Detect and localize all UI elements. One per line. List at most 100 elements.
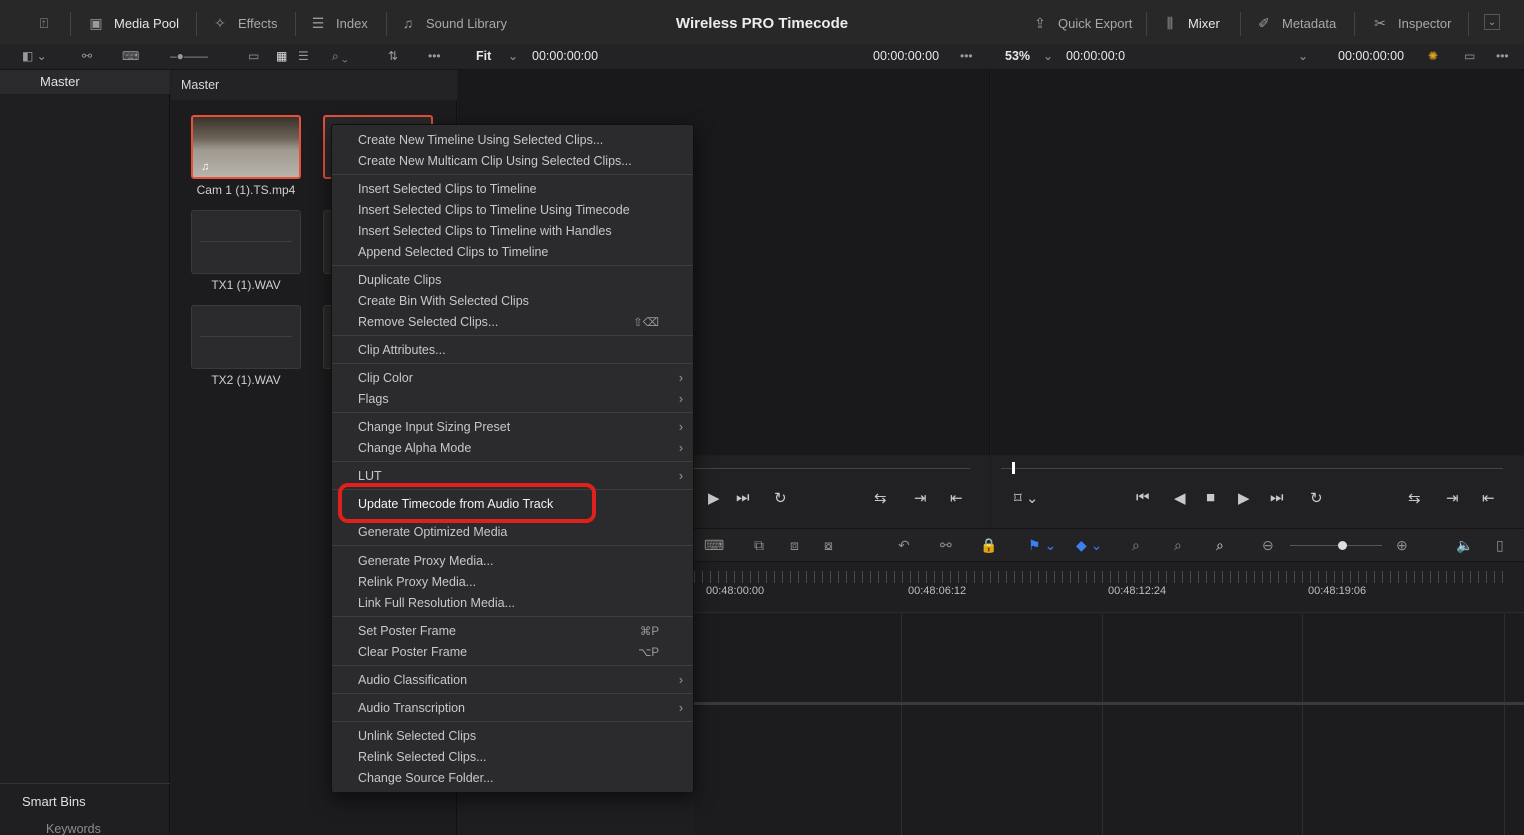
- zoom-slider-handle[interactable]: [1338, 541, 1347, 550]
- overwrite-clip-icon[interactable]: ⧈: [790, 537, 799, 554]
- step-back-icon[interactable]: ◀: [1174, 489, 1186, 507]
- search-icon[interactable]: ⌕ ⌄: [332, 49, 348, 64]
- play-icon[interactable]: ▶: [708, 489, 720, 507]
- mark-out-icon[interactable]: ⇤: [1482, 489, 1495, 507]
- menu-item-unlink-clips[interactable]: Unlink Selected Clips: [332, 726, 693, 747]
- loop-icon[interactable]: ↻: [774, 489, 787, 507]
- sound-library-button[interactable]: ♫ Sound Library: [398, 14, 507, 32]
- match-frame-icon[interactable]: ⇆: [1408, 489, 1421, 507]
- menu-item-clip-attributes[interactable]: Clip Attributes...: [332, 340, 693, 361]
- menu-item-generate-optimized[interactable]: Generate Optimized Media: [332, 522, 693, 543]
- bin-master[interactable]: Master: [0, 70, 170, 94]
- zoom-detail-icon[interactable]: ⌕: [1174, 537, 1182, 554]
- more-options-icon[interactable]: •••: [428, 49, 441, 63]
- chevron-right-icon: ›: [678, 673, 683, 687]
- fit-dropdown[interactable]: Fit: [476, 49, 491, 63]
- insert-clip-icon[interactable]: ⧉: [754, 537, 764, 554]
- menu-item-audio-classification[interactable]: Audio Classification ›: [332, 670, 693, 691]
- unlink-icon[interactable]: ⚯: [82, 49, 92, 63]
- zoom-slider[interactable]: [1290, 545, 1382, 546]
- chevron-down-icon[interactable]: ⌄: [1043, 49, 1053, 63]
- menu-item-duplicate-clips[interactable]: Duplicate Clips: [332, 270, 693, 291]
- menu-item-change-source-folder[interactable]: Change Source Folder...: [332, 768, 693, 789]
- snapping-icon[interactable]: ↶: [898, 537, 910, 554]
- mark-in-icon[interactable]: ⇥: [914, 489, 927, 507]
- viewer-mode-icon[interactable]: ▭: [1464, 49, 1475, 63]
- effects-button[interactable]: ✧ Effects: [210, 14, 277, 32]
- menu-item-clip-color[interactable]: Clip Color ›: [332, 368, 693, 389]
- thumbnail-size-slider[interactable]: –●——: [170, 49, 208, 63]
- inspector-icon: ✂: [1374, 14, 1386, 31]
- metadata-button[interactable]: ✐ Metadata: [1254, 14, 1336, 32]
- menu-item-remove-clips[interactable]: Remove Selected Clips... ⇧⌫: [332, 312, 693, 333]
- zoom-out-icon[interactable]: ⊖: [1262, 537, 1274, 554]
- menu-item-insert-clips-handles[interactable]: Insert Selected Clips to Timeline with H…: [332, 221, 693, 242]
- expand-menu-icon[interactable]: ⌄: [1484, 14, 1500, 30]
- menu-item-create-timeline[interactable]: Create New Timeline Using Selected Clips…: [332, 130, 693, 151]
- menu-item-create-bin[interactable]: Create Bin With Selected Clips: [332, 291, 693, 312]
- menu-item-append-clips[interactable]: Append Selected Clips to Timeline: [332, 242, 693, 263]
- menu-item-input-sizing[interactable]: Change Input Sizing Preset ›: [332, 417, 693, 438]
- menu-item-alpha-mode[interactable]: Change Alpha Mode ›: [332, 438, 693, 459]
- zoom-in-icon[interactable]: ⊕: [1396, 537, 1408, 554]
- mark-in-icon[interactable]: ⇥: [1446, 489, 1459, 507]
- rewind-icon[interactable]: ⏮: [1136, 489, 1150, 506]
- list-view-icon[interactable]: ☰: [298, 49, 309, 63]
- index-button[interactable]: ☰ Index: [308, 14, 368, 32]
- menu-item-link-full-res[interactable]: Link Full Resolution Media...: [332, 593, 693, 614]
- timeline-tracks[interactable]: [694, 614, 1524, 835]
- replace-clip-icon[interactable]: ⧇: [824, 537, 833, 554]
- chevron-down-icon[interactable]: ⌄: [1298, 49, 1308, 63]
- secondary-toolbar: ◧ ⌄ ⚯ ⌨ –●—— ▭ ▦ ☰ ⌕ ⌄ ⇅ ••• Fit ⌄ 00:00…: [0, 44, 1524, 70]
- mark-out-icon[interactable]: ⇤: [950, 489, 963, 507]
- playhead-icon[interactable]: [1012, 462, 1015, 474]
- link-icon[interactable]: ⚯: [940, 537, 952, 554]
- marker-icon[interactable]: ◆ ⌄: [1076, 537, 1102, 554]
- flag-icon[interactable]: ⚑ ⌄: [1028, 537, 1056, 554]
- color-icon[interactable]: ✺: [1428, 49, 1438, 63]
- grid-view-icon[interactable]: ▦: [276, 49, 287, 63]
- comment-icon[interactable]: ⌨: [122, 49, 139, 63]
- quick-export-button[interactable]: ⇪ Quick Export: [1030, 14, 1132, 32]
- menu-item-flags[interactable]: Flags ›: [332, 389, 693, 410]
- clip-thumbnail[interactable]: TX2 (1).WAV: [191, 305, 301, 387]
- sort-icon[interactable]: ⇅: [388, 49, 398, 63]
- stop-icon[interactable]: ■: [1206, 489, 1215, 506]
- clip-thumbnail[interactable]: TX1 (1).WAV: [191, 210, 301, 292]
- menu-item-generate-proxy[interactable]: Generate Proxy Media...: [332, 551, 693, 572]
- music-note-icon: ♫: [201, 161, 210, 173]
- fast-forward-icon[interactable]: ⏭: [1270, 489, 1284, 506]
- next-clip-icon[interactable]: ⏭: [736, 489, 750, 506]
- zoom-fit-icon[interactable]: ⌕: [1132, 537, 1140, 554]
- crop-icon[interactable]: ⌑ ⌄: [1014, 489, 1038, 507]
- menu-item-relink-clips[interactable]: Relink Selected Clips...: [332, 747, 693, 768]
- mixer-button[interactable]: ⫼ Mixer: [1160, 14, 1220, 32]
- timeline-viewer[interactable]: [991, 70, 1524, 455]
- menu-item-clear-poster-frame[interactable]: Clear Poster Frame ⌥P: [332, 642, 693, 663]
- chevron-down-icon[interactable]: ⌄: [508, 49, 518, 63]
- menu-item-set-poster-frame[interactable]: Set Poster Frame ⌘P: [332, 621, 693, 642]
- collapse-panel-icon[interactable]: ⍐: [34, 14, 54, 32]
- lock-icon[interactable]: 🔒: [980, 537, 997, 554]
- strip-view-icon[interactable]: ▭: [248, 49, 259, 63]
- match-frame-icon[interactable]: ⇆: [874, 489, 887, 507]
- menu-item-relink-proxy[interactable]: Relink Proxy Media...: [332, 572, 693, 593]
- speaker-icon[interactable]: 🔈: [1456, 537, 1473, 554]
- play-icon[interactable]: ▶: [1238, 489, 1250, 507]
- menu-item-create-multicam[interactable]: Create New Multicam Clip Using Selected …: [332, 151, 693, 172]
- smart-bin-keywords[interactable]: Keywords: [46, 822, 101, 835]
- keyboard-icon[interactable]: ⌨: [704, 537, 724, 554]
- timeline-ruler[interactable]: 00:48:00:00 00:48:06:12 00:48:12:24 00:4…: [694, 563, 1524, 613]
- more-options-icon[interactable]: •••: [1496, 49, 1509, 63]
- loop-icon[interactable]: ↻: [1310, 489, 1323, 507]
- media-pool-button[interactable]: ▣ Media Pool: [86, 14, 179, 32]
- sidebar-toggle-icon[interactable]: ◧ ⌄: [22, 49, 47, 63]
- clip-thumbnail[interactable]: ♫ Cam 1 (1).TS.mp4: [191, 115, 301, 197]
- viewer-options-icon[interactable]: •••: [960, 49, 973, 63]
- inspector-button[interactable]: ✂ Inspector: [1370, 14, 1451, 32]
- menu-item-insert-clips[interactable]: Insert Selected Clips to Timeline: [332, 179, 693, 200]
- menu-item-audio-transcription[interactable]: Audio Transcription ›: [332, 698, 693, 719]
- zoom-dropdown[interactable]: 53%: [1005, 49, 1030, 63]
- zoom-custom-icon[interactable]: ⌕: [1216, 537, 1224, 554]
- menu-item-insert-clips-timecode[interactable]: Insert Selected Clips to Timeline Using …: [332, 200, 693, 221]
